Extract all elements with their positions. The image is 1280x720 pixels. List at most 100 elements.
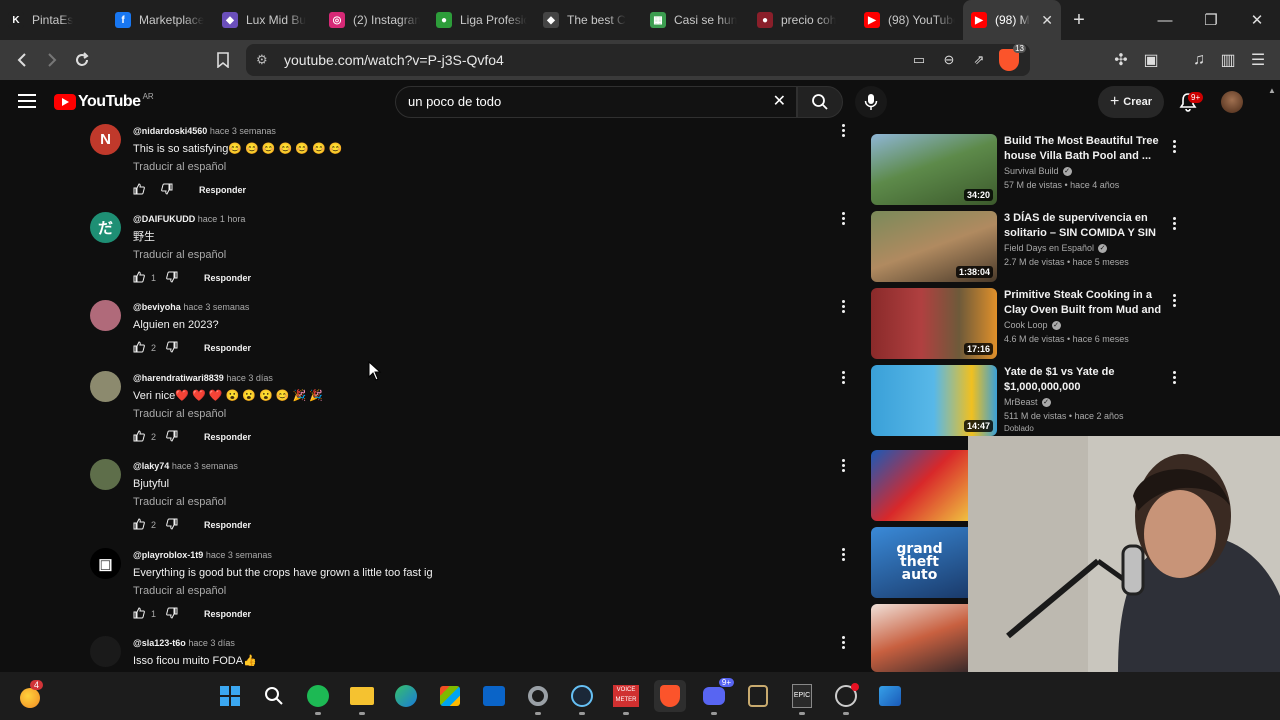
create-button[interactable]: + Crear xyxy=(1098,86,1164,118)
league-icon[interactable] xyxy=(742,680,774,712)
account-avatar[interactable] xyxy=(1221,91,1243,113)
video-title[interactable]: Build The Most Beautiful Tree house Vill… xyxy=(1004,134,1164,164)
comment-author[interactable]: @laky74 xyxy=(133,461,169,471)
menu-icon[interactable]: ☰ xyxy=(1243,45,1273,75)
dislike-icon[interactable] xyxy=(166,341,178,355)
channel-name[interactable]: Survival Build xyxy=(1004,166,1059,176)
brave-icon[interactable] xyxy=(654,680,686,712)
comment-more-icon[interactable] xyxy=(836,212,850,225)
commenter-avatar[interactable] xyxy=(90,459,121,490)
comment-more-icon[interactable] xyxy=(836,459,850,472)
steam-icon[interactable] xyxy=(566,680,598,715)
settings-icon[interactable] xyxy=(522,680,554,715)
video-more-icon[interactable] xyxy=(1167,294,1181,307)
translate-link[interactable]: Traducir al español xyxy=(133,495,823,509)
photos-icon[interactable] xyxy=(874,680,906,712)
tab[interactable]: ● Liga Profesional xyxy=(428,0,535,40)
commenter-avatar[interactable] xyxy=(90,300,121,331)
cast-icon[interactable]: ▭ xyxy=(906,48,932,72)
media-icon[interactable]: ♫ xyxy=(1184,45,1214,75)
extensions-icon[interactable]: ✣ xyxy=(1106,45,1136,75)
reply-button[interactable]: Responder xyxy=(204,273,251,283)
comment-more-icon[interactable] xyxy=(836,124,850,137)
youtube-logo[interactable]: YouTube AR xyxy=(54,92,154,111)
tab[interactable]: ◎ (2) Instagram xyxy=(321,0,428,40)
search-icon[interactable] xyxy=(258,680,290,712)
channel-name[interactable]: MrBeast xyxy=(1004,397,1038,407)
dislike-icon[interactable] xyxy=(161,183,173,197)
commenter-avatar[interactable]: N xyxy=(90,124,121,155)
reply-button[interactable]: Responder xyxy=(204,343,251,353)
like-icon[interactable] xyxy=(133,271,145,285)
brave-shields-icon[interactable]: 13 xyxy=(996,44,1026,72)
video-title[interactable]: Primitive Steak Cooking in a Clay Oven B… xyxy=(1004,288,1164,318)
bookmark-icon[interactable] xyxy=(208,45,238,75)
tab[interactable]: f Marketplace xyxy=(107,0,214,40)
comment-author[interactable]: @DAIFUKUDD xyxy=(133,214,195,224)
reply-button[interactable]: Responder xyxy=(204,432,251,442)
commenter-avatar[interactable]: だ xyxy=(90,212,121,243)
comment-time[interactable]: hace 3 semanas xyxy=(210,126,276,136)
obs-icon[interactable] xyxy=(830,680,862,715)
comment-author[interactable]: @sla123-t6o xyxy=(133,638,186,648)
voicemeeter-icon[interactable]: VOICE METER xyxy=(610,680,642,715)
guide-menu-icon[interactable] xyxy=(18,94,36,108)
comment-more-icon[interactable] xyxy=(836,300,850,313)
tab[interactable]: ◆ Lux Mid Bu xyxy=(214,0,321,40)
channel-name[interactable]: Cook Loop xyxy=(1004,320,1048,330)
scroll-up-arrow-icon[interactable]: ▲ xyxy=(1268,86,1276,95)
comment-time[interactable]: hace 3 días xyxy=(226,373,273,383)
tab[interactable]: ▶ (98) YouTube xyxy=(856,0,963,40)
recommended-video[interactable]: 1:38:04 3 DÍAS de supervivencia en solit… xyxy=(871,207,1176,282)
comment-author[interactable]: @playroblox-1t9 xyxy=(133,550,203,560)
outlook-icon[interactable] xyxy=(478,680,510,712)
video-more-icon[interactable] xyxy=(1167,371,1181,384)
recommended-video[interactable]: 17:16 Primitive Steak Cooking in a Clay … xyxy=(871,284,1176,359)
dislike-icon[interactable] xyxy=(166,271,178,285)
video-thumbnail[interactable]: 1:38:04 xyxy=(871,211,997,282)
voice-search-button[interactable] xyxy=(855,86,887,118)
edge-icon[interactable] xyxy=(390,680,422,712)
video-more-icon[interactable] xyxy=(1167,140,1181,153)
reload-icon[interactable] xyxy=(67,45,97,75)
like-icon[interactable] xyxy=(133,518,145,532)
reply-button[interactable]: Responder xyxy=(204,520,251,530)
address-bar[interactable]: ⚙ youtube.com/watch?v=P-j3S-Qvfo4 ▭ ⊖ ⇗ … xyxy=(246,44,1030,76)
search-input[interactable]: un poco de todo ✕ xyxy=(395,86,797,118)
comment-more-icon[interactable] xyxy=(836,636,850,649)
sidebar-icon[interactable]: ▥ xyxy=(1213,45,1243,75)
like-icon[interactable] xyxy=(133,183,145,197)
like-icon[interactable] xyxy=(133,607,145,621)
thumbnail-partial-gta[interactable]: grand theft auto xyxy=(871,527,968,598)
video-title[interactable]: 3 DÍAS de supervivencia en solitario – S… xyxy=(1004,211,1164,241)
like-icon[interactable] xyxy=(133,430,145,444)
tab[interactable]: K PintaEs xyxy=(0,0,107,40)
video-title[interactable]: Yate de $1 vs Yate de $1,000,000,000 xyxy=(1004,365,1164,395)
comment-more-icon[interactable] xyxy=(836,548,850,561)
new-tab-button[interactable]: + xyxy=(1061,9,1097,32)
translate-link[interactable]: Traducir al español xyxy=(133,248,823,262)
wallet-icon[interactable]: ▣ xyxy=(1136,45,1166,75)
video-thumbnail[interactable]: 34:20 xyxy=(871,134,997,205)
discord-icon[interactable]: 9+ xyxy=(698,678,734,715)
reply-button[interactable]: Responder xyxy=(204,609,251,619)
video-thumbnail[interactable]: 14:47 xyxy=(871,365,997,436)
recommended-video[interactable]: 14:47 Yate de $1 vs Yate de $1,000,000,0… xyxy=(871,361,1176,436)
thumbnail-partial[interactable] xyxy=(871,604,968,672)
comment-time[interactable]: hace 3 semanas xyxy=(206,550,272,560)
thumbnail-partial[interactable] xyxy=(871,450,968,521)
file-explorer-icon[interactable] xyxy=(346,680,378,715)
dislike-icon[interactable] xyxy=(166,430,178,444)
dislike-icon[interactable] xyxy=(166,518,178,532)
tab[interactable]: ▦ Casi se hun xyxy=(642,0,749,40)
dislike-icon[interactable] xyxy=(166,607,178,621)
comment-more-icon[interactable] xyxy=(836,371,850,384)
comment-time[interactable]: hace 3 semanas xyxy=(172,461,238,471)
comment-author[interactable]: @harendratiwari8839 xyxy=(133,373,224,383)
share-icon[interactable]: ⇗ xyxy=(966,48,992,72)
tab-close-icon[interactable]: ✕ xyxy=(1041,12,1053,29)
video-thumbnail[interactable]: 17:16 xyxy=(871,288,997,359)
channel-name[interactable]: Field Days en Español xyxy=(1004,243,1094,253)
weather-widget[interactable]: 4 xyxy=(18,680,46,710)
comment-time[interactable]: hace 3 semanas xyxy=(183,302,249,312)
